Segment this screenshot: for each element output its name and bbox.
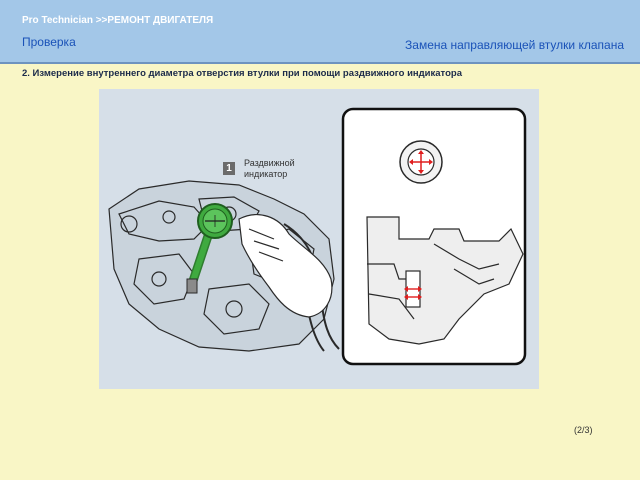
callout-number: 1 bbox=[223, 162, 235, 175]
header-bar: Pro Technician >>РЕМОНТ ДВИГАТЕЛЯ Провер… bbox=[0, 0, 640, 64]
page-number: (2/3) bbox=[574, 425, 593, 435]
engine-illustration bbox=[108, 107, 527, 366]
illustration-figure: 1 Раздвижной индикатор bbox=[99, 89, 539, 389]
guide-cross-section-panel bbox=[341, 107, 527, 366]
bore-gauge-cross-icon bbox=[399, 140, 443, 184]
section-title: Проверка bbox=[22, 35, 76, 49]
breadcrumb[interactable]: Pro Technician >>РЕМОНТ ДВИГАТЕЛЯ bbox=[22, 15, 213, 26]
procedure-title: Замена направляющей втулки клапана bbox=[405, 38, 624, 52]
callout-label: Раздвижной индикатор bbox=[244, 158, 295, 179]
step-instruction: 2. Измерение внутреннего диаметра отверс… bbox=[22, 68, 462, 79]
